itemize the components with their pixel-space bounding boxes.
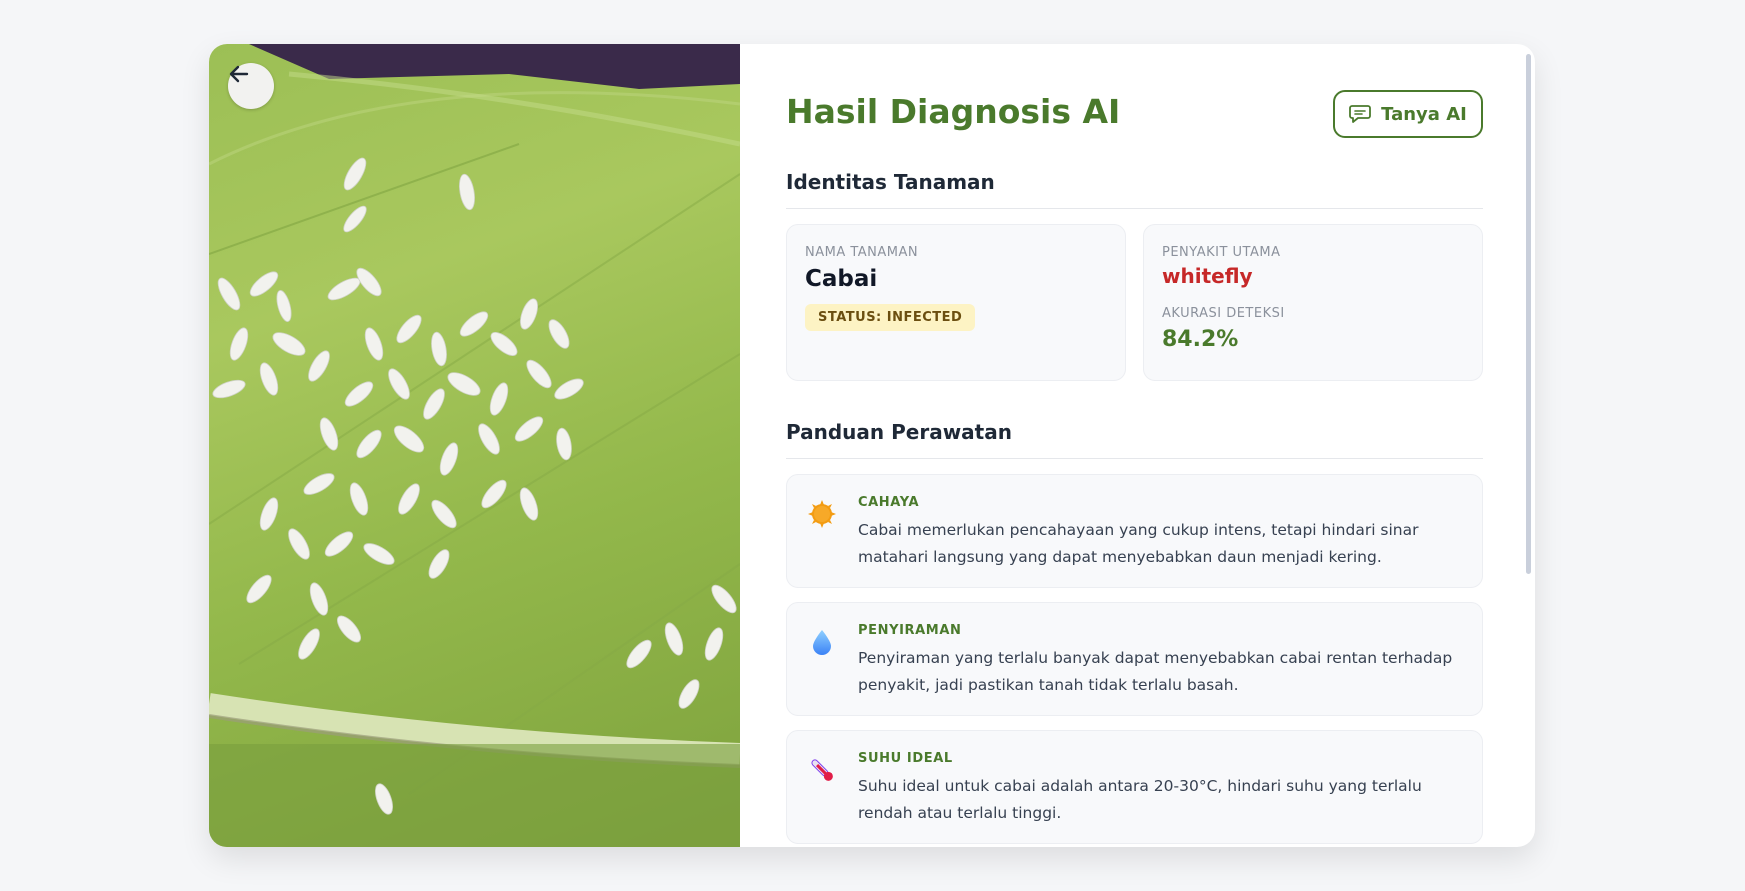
status-badge: STATUS: INFECTED — [805, 304, 976, 331]
divider — [786, 458, 1483, 459]
plant-name: Cabai — [805, 266, 878, 292]
disease-info-box: PENYAKIT UTAMA whitefly AKURASI DETEKSI … — [1143, 224, 1483, 381]
back-button[interactable] — [228, 63, 274, 109]
care-item-title: SUHU IDEAL — [858, 751, 953, 766]
care-item-text: Cabai memerlukan pencahayaan yang cukup … — [858, 521, 1419, 566]
diagnosis-panel: Hasil Diagnosis AI Tanya AI Identitas Ta… — [740, 44, 1535, 847]
identity-section-title: Identitas Tanaman — [786, 170, 995, 194]
ask-ai-label: Tanya AI — [1381, 103, 1467, 125]
care-item-temperature: SUHU IDEAL Suhu ideal untuk cabai adalah… — [786, 730, 1483, 844]
plant-info-box: NAMA TANAMAN Cabai STATUS: INFECTED — [786, 224, 1126, 381]
ask-ai-button[interactable]: Tanya AI — [1333, 90, 1483, 138]
water-drop-icon — [813, 630, 831, 655]
accuracy-label: AKURASI DETEKSI — [1162, 306, 1285, 321]
chat-icon — [1349, 105, 1372, 123]
divider — [786, 208, 1483, 209]
thermometer-icon — [811, 759, 833, 781]
scrollbar[interactable] — [1526, 54, 1531, 574]
care-item-light: CAHAYA Cabai memerlukan pencahayaan yang… — [786, 474, 1483, 588]
accuracy-value: 84.2% — [1162, 327, 1239, 352]
page-title: Hasil Diagnosis AI — [786, 92, 1121, 131]
leaf-photo — [209, 44, 740, 847]
care-section-title: Panduan Perawatan — [786, 420, 1012, 444]
main-disease-value: whitefly — [1162, 264, 1253, 288]
main-disease-label: PENYAKIT UTAMA — [1162, 245, 1281, 260]
care-item-watering: PENYIRAMAN Penyiraman yang terlalu banya… — [786, 602, 1483, 716]
care-item-title: PENYIRAMAN — [858, 623, 962, 638]
diagnosis-card: Hasil Diagnosis AI Tanya AI Identitas Ta… — [209, 44, 1535, 847]
sun-icon — [808, 500, 836, 528]
arrow-left-icon — [229, 65, 249, 83]
care-item-title: CAHAYA — [858, 495, 920, 510]
plant-name-label: NAMA TANAMAN — [805, 245, 919, 260]
care-item-text: Suhu ideal untuk cabai adalah antara 20-… — [858, 777, 1422, 822]
care-item-text: Penyiraman yang terlalu banyak dapat men… — [858, 649, 1453, 694]
